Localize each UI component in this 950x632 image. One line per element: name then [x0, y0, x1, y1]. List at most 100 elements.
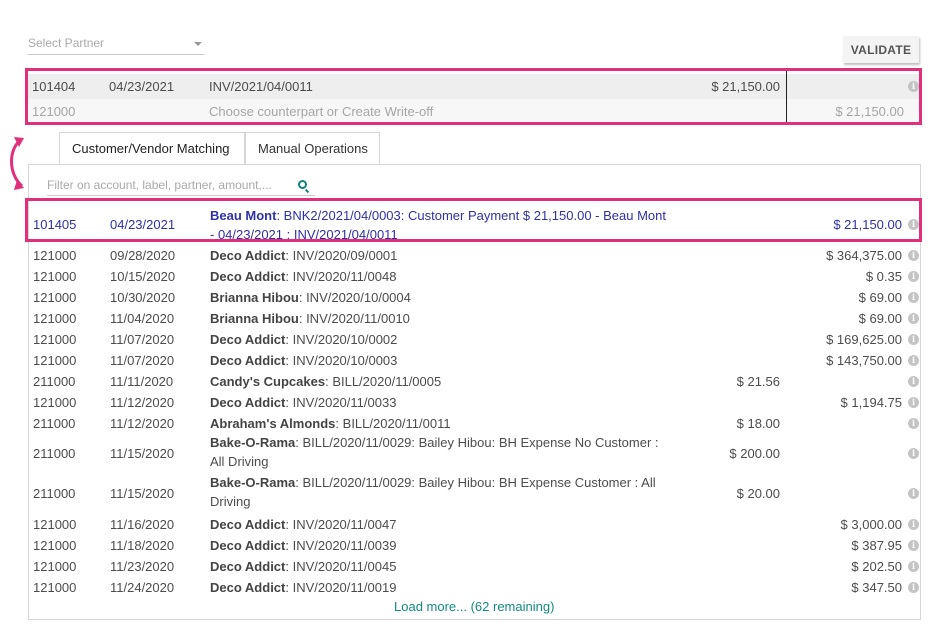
info-icon[interactable]: i [908, 561, 919, 572]
tab-customer-vendor-matching[interactable]: Customer/Vendor Matching [59, 132, 245, 165]
info-icon[interactable]: i [908, 355, 919, 366]
label-text: : BILL/2020/11/0011 [335, 416, 451, 431]
proposition-line[interactable]: 121000 10/30/2020 Brianna Hibou: INV/2020/… [28, 286, 920, 307]
partner-name: Bake-O-Rama [210, 475, 296, 490]
account-cell: 121000 [33, 517, 77, 532]
account-cell: 211000 [33, 446, 76, 461]
date-cell: 11/23/2020 [110, 559, 175, 574]
partner-name: Deco Addict [210, 559, 286, 574]
info-icon[interactable]: i [908, 334, 919, 345]
info-icon[interactable]: i [908, 448, 919, 459]
load-more-link[interactable]: Load more... (62 remaining) [394, 599, 554, 614]
info-icon[interactable]: i [908, 519, 919, 530]
account-cell: 121000 [33, 353, 77, 368]
label-text: : BILL/2020/11/0005 [325, 374, 442, 389]
label-text: : INV/2020/10/0003 [285, 353, 398, 368]
date-cell: 11/04/2020 [110, 311, 175, 326]
double-arrow-icon [10, 137, 24, 190]
label-text: : INV/2020/11/0039 [285, 538, 397, 553]
date-cell: 09/28/2020 [110, 248, 176, 263]
credit-cell: $ 202.50 [851, 559, 902, 574]
filter-input[interactable] [47, 178, 291, 192]
proposition-line[interactable]: 121000 11/07/2020 Deco Addict: INV/2020/10… [28, 328, 920, 349]
label-text: : INV/2020/11/0045 [285, 559, 397, 574]
label-cell: Deco Addict: INV/2020/09/0001 [210, 246, 670, 265]
account-cell: 121000 [33, 269, 77, 284]
label-cell: Deco Addict: INV/2020/11/0047 [210, 515, 670, 534]
credit-cell: $ 143,750.00 [826, 353, 902, 368]
info-icon[interactable]: i [908, 313, 919, 324]
proposition-line[interactable]: 211000 11/11/2020 Candy's Cupcakes: BILL/2… [28, 370, 920, 391]
label-cell: Deco Addict: INV/2020/10/0003 [210, 351, 670, 370]
account-cell: 121000 [33, 580, 77, 595]
label-text: : INV/2020/09/0001 [285, 248, 398, 263]
partner-name: Deco Addict [210, 353, 286, 368]
proposition-line[interactable]: 121000 11/12/2020 Deco Addict: INV/2020/11… [28, 391, 920, 412]
date-cell: 11/11/2020 [110, 374, 174, 389]
account-cell: 121000 [33, 559, 77, 574]
partner-name: Brianna Hibou [210, 290, 299, 305]
proposition-line[interactable]: 211000 11/12/2020 Abraham's Almonds: BILL/… [28, 412, 920, 433]
date-cell: 10/15/2020 [110, 269, 176, 284]
partner-name: Brianna Hibou [210, 311, 299, 326]
label-cell: Deco Addict: INV/2020/11/0033 [210, 393, 670, 412]
credit-cell: $ 169,625.00 [826, 332, 902, 347]
filter-field[interactable] [47, 176, 315, 196]
label-text: : INV/2020/11/0047 [285, 517, 397, 532]
validate-button[interactable]: VALIDATE [843, 36, 919, 63]
info-icon[interactable]: i [908, 488, 919, 499]
label-cell: Deco Addict: INV/2020/10/0002 [210, 330, 670, 349]
label-cell: Abraham's Almonds: BILL/2020/11/0011 [210, 414, 670, 433]
info-icon[interactable]: i [908, 418, 919, 429]
debit-cell: $ 200.00 [729, 446, 780, 461]
info-icon[interactable]: i [908, 250, 919, 261]
label-text: : INV/2020/11/0033 [285, 395, 397, 410]
proposition-line[interactable]: 121000 11/23/2020 Deco Addict: INV/2020/11… [28, 555, 920, 576]
search-icon[interactable] [298, 180, 307, 189]
info-icon[interactable]: i [908, 271, 919, 282]
date-cell: 10/30/2020 [110, 290, 176, 305]
info-icon[interactable]: i [908, 376, 919, 387]
account-cell: 211000 [33, 416, 76, 431]
info-icon[interactable]: i [908, 397, 919, 408]
label-cell: Bake-O-Rama: BILL/2020/11/0029: Bailey H… [210, 433, 660, 471]
label-text: : INV/2020/11/0010 [298, 311, 410, 326]
proposition-line[interactable]: 121000 11/04/2020 Brianna Hibou: INV/2020/… [28, 307, 920, 328]
tab-manual-operations[interactable]: Manual Operations [245, 132, 380, 165]
account-cell: 211000 [33, 486, 76, 501]
proposition-line[interactable]: 121000 09/28/2020 Deco Addict: INV/2020/09… [28, 244, 920, 265]
info-icon[interactable]: i [908, 582, 919, 593]
proposition-line[interactable]: 121000 11/16/2020 Deco Addict: INV/2020/11… [28, 513, 920, 534]
info-icon[interactable]: i [908, 292, 919, 303]
partner-select[interactable]: Select Partner [28, 32, 204, 55]
proposition-line[interactable]: 121000 11/07/2020 Deco Addict: INV/2020/10… [28, 349, 920, 370]
proposition-line[interactable]: 211000 11/15/2020 Bake-O-Rama: BILL/2020/1… [28, 433, 920, 473]
partner-name: Deco Addict [210, 580, 286, 595]
partner-name: Deco Addict [210, 538, 286, 553]
partner-name: Deco Addict [210, 248, 286, 263]
credit-cell: $ 347.50 [851, 580, 902, 595]
label-cell: Brianna Hibou: INV/2020/10/0004 [210, 288, 670, 307]
date-cell: 11/16/2020 [110, 517, 175, 532]
proposition-line[interactable]: 121000 11/24/2020 Deco Addict: INV/2020/11… [28, 576, 920, 597]
debit-cell: $ 21.56 [736, 374, 780, 389]
partner-name: Bake-O-Rama [210, 435, 296, 450]
account-cell: 121000 [33, 538, 77, 553]
proposition-line[interactable]: 121000 10/15/2020 Deco Addict: INV/2020/11… [28, 265, 920, 286]
label-cell: Bake-O-Rama: BILL/2020/11/0029: Bailey H… [210, 473, 660, 511]
proposition-line[interactable]: 211000 11/15/2020 Bake-O-Rama: BILL/2020/1… [28, 473, 920, 513]
date-cell: 11/24/2020 [110, 580, 175, 595]
account-cell: 121000 [33, 248, 77, 263]
date-cell: 11/12/2020 [110, 395, 175, 410]
credit-cell: $ 1,194.75 [840, 395, 902, 410]
partner-name: Abraham's Almonds [210, 416, 336, 431]
chevron-down-icon [194, 42, 202, 46]
info-icon[interactable]: i [908, 540, 919, 551]
label-cell: Candy's Cupcakes: BILL/2020/11/0005 [210, 372, 670, 391]
credit-cell: $ 3,000.00 [840, 517, 902, 532]
label-text: : INV/2020/10/0004 [298, 290, 411, 305]
label-text: : INV/2020/10/0002 [285, 332, 398, 347]
highlight-box [25, 198, 922, 242]
proposition-line[interactable]: 121000 11/18/2020 Deco Addict: INV/2020/11… [28, 534, 920, 555]
label-cell: Deco Addict: INV/2020/11/0039 [210, 536, 670, 555]
